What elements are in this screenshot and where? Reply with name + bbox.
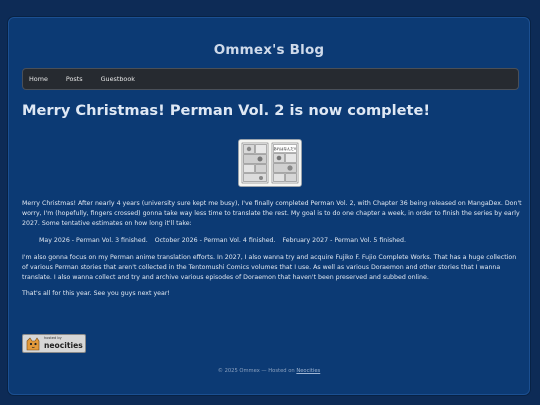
manga-page-image[interactable]: あれはなんだ!! (238, 139, 302, 187)
navbar: Home Posts Guestbook (22, 68, 519, 90)
image-caption: あれはなんだ!! (273, 146, 296, 151)
nav-posts-link[interactable]: Posts (66, 75, 83, 83)
neocities-cat-icon (26, 336, 40, 350)
estimate-item: May 2026 - Perman Vol. 3 finished. (39, 236, 148, 244)
footer-text: © 2025 Ommex — Hosted on (217, 368, 297, 374)
estimate-item: October 2026 - Perman Vol. 4 finished. (154, 236, 276, 244)
footer-neocities-link[interactable]: Neocities (296, 368, 320, 374)
post-body: Merry Christmas! After nearly 4 years (u… (22, 199, 522, 306)
nav-guestbook-link[interactable]: Guestbook (101, 75, 135, 83)
footer: © 2025 Ommex — Hosted on Neocities (9, 368, 529, 374)
site-title: Ommex's Blog (213, 42, 325, 58)
neocities-badge[interactable]: hosted by neocities (22, 334, 86, 353)
estimate-item: February 2027 - Perman Vol. 5 finished. (282, 236, 406, 244)
post-paragraph: That's all for this year. See you guys n… (22, 290, 170, 298)
manga-panels-illustration: あれはなんだ!! (239, 140, 301, 186)
post-paragraph: Merry Christmas! After nearly 4 years (u… (22, 200, 522, 228)
page-container: Ommex's Blog Home Posts Guestbook Merry … (8, 17, 530, 395)
badge-big-text: neocities (44, 341, 83, 350)
estimates-list: May 2026 - Perman Vol. 3 finished. Octob… (22, 236, 522, 246)
post-title: Merry Christmas! Perman Vol. 2 is now co… (22, 102, 431, 119)
nav-home-link[interactable]: Home (29, 75, 48, 83)
post-paragraph: I'm also gonna focus on my Perman anime … (22, 253, 517, 282)
